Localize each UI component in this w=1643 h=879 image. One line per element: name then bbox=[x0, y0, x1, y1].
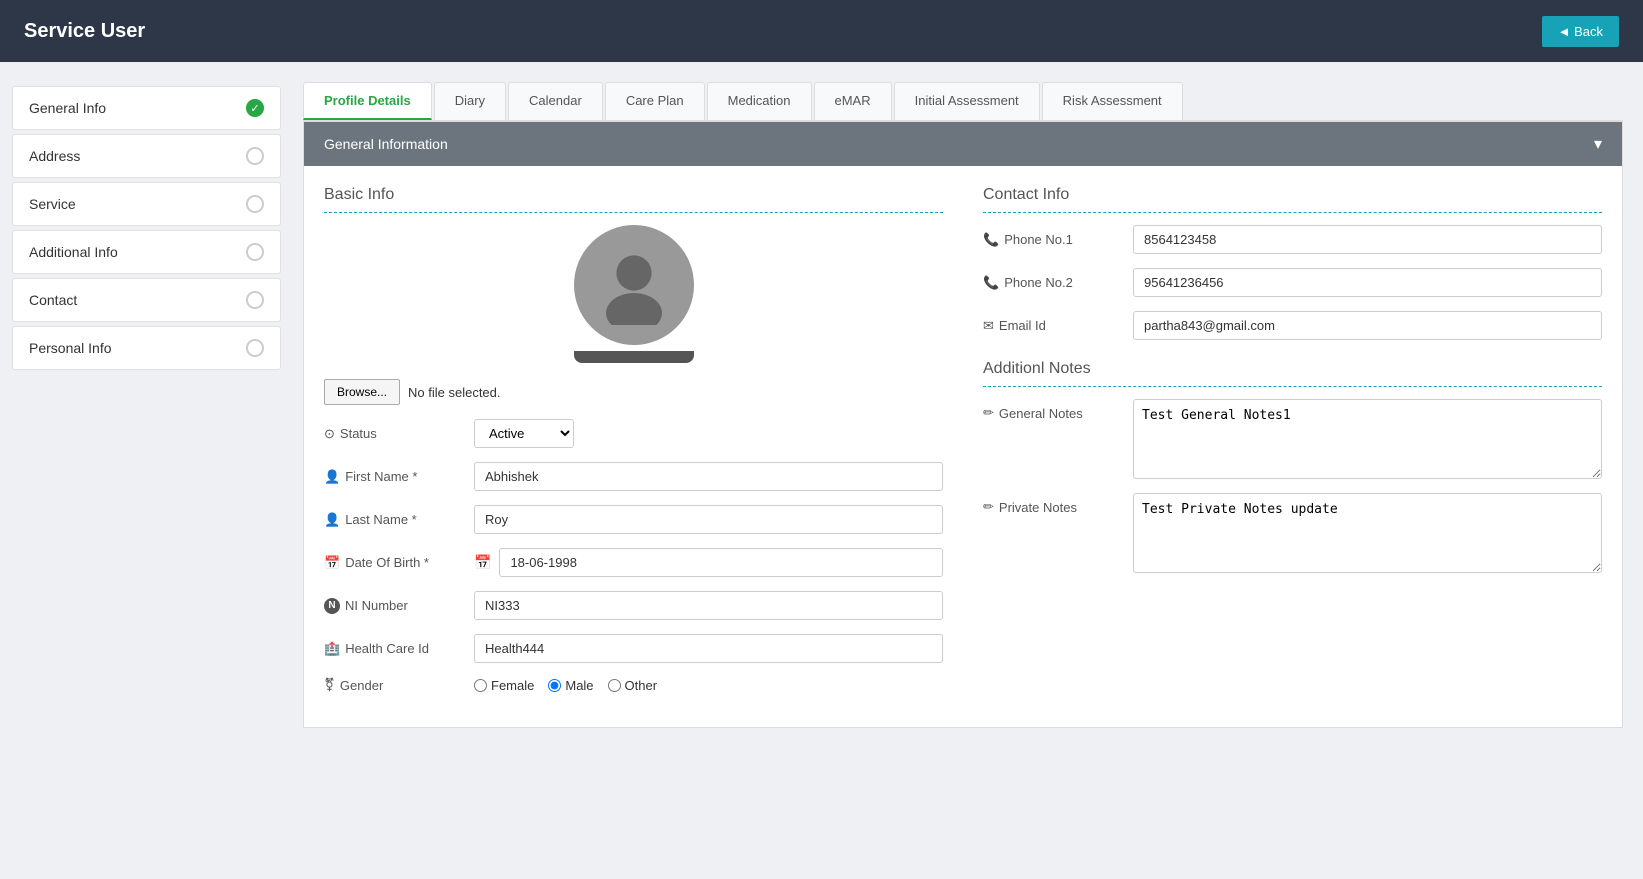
email-icon: ✉ bbox=[983, 318, 994, 334]
edit-icon: ✏ bbox=[983, 405, 994, 421]
dob-label: 📅 Date Of Birth * bbox=[324, 555, 464, 571]
lock-icon: ✏ bbox=[983, 499, 994, 515]
sidebar-radio-service bbox=[246, 195, 264, 213]
tab-initial-assessment[interactable]: Initial Assessment bbox=[894, 82, 1040, 120]
tab-medication[interactable]: Medication bbox=[707, 82, 812, 120]
avatar-base bbox=[574, 351, 694, 363]
sidebar-item-additional-info[interactable]: Additional Info bbox=[12, 230, 281, 274]
calendar-icon: 📅 bbox=[324, 555, 340, 571]
avatar bbox=[574, 225, 694, 345]
phone2-icon: 📞 bbox=[983, 275, 999, 291]
last-name-field[interactable] bbox=[474, 505, 943, 534]
ni-label: N NI Number bbox=[324, 598, 464, 614]
general-notes-textarea[interactable]: Test General Notes1 bbox=[1133, 399, 1602, 479]
first-name-field[interactable] bbox=[474, 462, 943, 491]
gender-row: ⚧ Gender Female Male bbox=[324, 677, 943, 693]
panel-header: General Information ▾ bbox=[304, 122, 1622, 166]
general-info-panel: General Information ▾ Basic Info bbox=[303, 121, 1623, 728]
content-area: Profile Details Diary Calendar Care Plan… bbox=[293, 62, 1643, 879]
sidebar-radio-general-info bbox=[246, 99, 264, 117]
avatar-silhouette-icon bbox=[594, 245, 674, 325]
phone2-field[interactable] bbox=[1133, 268, 1602, 297]
phone1-field[interactable] bbox=[1133, 225, 1602, 254]
page-title: Service User bbox=[24, 20, 145, 43]
email-field[interactable] bbox=[1133, 311, 1602, 340]
general-notes-label: ✏ General Notes bbox=[983, 399, 1123, 421]
person-icon-2: 👤 bbox=[324, 512, 340, 528]
tab-diary[interactable]: Diary bbox=[434, 82, 506, 120]
browse-button[interactable]: Browse... bbox=[324, 379, 400, 405]
phone2-label: 📞 Phone No.2 bbox=[983, 275, 1123, 291]
sidebar-item-address[interactable]: Address bbox=[12, 134, 281, 178]
status-select[interactable]: Active Inactive bbox=[474, 419, 574, 448]
back-button[interactable]: ◄ Back bbox=[1542, 16, 1619, 47]
gender-icon: ⚧ bbox=[324, 677, 335, 693]
gender-female-option[interactable]: Female bbox=[474, 678, 534, 693]
right-section: Contact Info 📞 Phone No.1 📞 Phone No.2 bbox=[983, 186, 1602, 707]
date-calendar-icon: 📅 bbox=[474, 554, 491, 571]
dob-field[interactable] bbox=[499, 548, 943, 577]
sidebar-radio-contact bbox=[246, 291, 264, 309]
phone2-row: 📞 Phone No.2 bbox=[983, 268, 1602, 297]
gender-other-option[interactable]: Other bbox=[608, 678, 658, 693]
gender-label: ⚧ Gender bbox=[324, 677, 464, 693]
ni-icon: N bbox=[324, 598, 340, 614]
additional-notes-title: Additionl Notes bbox=[983, 360, 1602, 387]
gender-male-radio[interactable] bbox=[548, 679, 561, 692]
sidebar-item-personal-info[interactable]: Personal Info bbox=[12, 326, 281, 370]
status-icon: ⊙ bbox=[324, 426, 335, 442]
sidebar-radio-additional-info bbox=[246, 243, 264, 261]
sidebar-item-general-info[interactable]: General Info bbox=[12, 86, 281, 130]
sidebar: General Info Address Service Additional … bbox=[0, 62, 293, 879]
phone1-label: 📞 Phone No.1 bbox=[983, 232, 1123, 248]
sidebar-item-service[interactable]: Service bbox=[12, 182, 281, 226]
image-section bbox=[324, 225, 943, 363]
health-care-label: 🏥 Health Care Id bbox=[324, 641, 464, 657]
gender-radio-group: Female Male Other bbox=[474, 678, 657, 693]
sidebar-radio-address bbox=[246, 147, 264, 165]
email-label: ✉ Email Id bbox=[983, 318, 1123, 334]
chevron-down-icon: ▾ bbox=[1594, 134, 1602, 154]
first-name-row: 👤 First Name * bbox=[324, 462, 943, 491]
tab-care-plan[interactable]: Care Plan bbox=[605, 82, 705, 120]
tab-profile-details[interactable]: Profile Details bbox=[303, 82, 432, 120]
app-header: Service User ◄ Back bbox=[0, 0, 1643, 62]
person-icon: 👤 bbox=[324, 469, 340, 485]
sidebar-radio-personal-info bbox=[246, 339, 264, 357]
private-notes-row: ✏ Private Notes Test Private Notes updat… bbox=[983, 493, 1602, 573]
contact-info-title: Contact Info bbox=[983, 186, 1602, 213]
health-care-row: 🏥 Health Care Id bbox=[324, 634, 943, 663]
gender-female-radio[interactable] bbox=[474, 679, 487, 692]
gender-other-radio[interactable] bbox=[608, 679, 621, 692]
last-name-row: 👤 Last Name * bbox=[324, 505, 943, 534]
email-row: ✉ Email Id bbox=[983, 311, 1602, 340]
tab-calendar[interactable]: Calendar bbox=[508, 82, 603, 120]
file-upload-row: Browse... No file selected. bbox=[324, 379, 943, 405]
panel-title: General Information bbox=[324, 136, 448, 152]
file-placeholder: No file selected. bbox=[408, 385, 501, 400]
tab-risk-assessment[interactable]: Risk Assessment bbox=[1042, 82, 1183, 120]
first-name-label: 👤 First Name * bbox=[324, 469, 464, 485]
health-care-field[interactable] bbox=[474, 634, 943, 663]
tab-emar[interactable]: eMAR bbox=[814, 82, 892, 120]
private-notes-label: ✏ Private Notes bbox=[983, 493, 1123, 515]
panel-body: Basic Info bbox=[304, 166, 1622, 727]
dob-row: 📅 Date Of Birth * 📅 bbox=[324, 548, 943, 577]
basic-info-section: Basic Info bbox=[324, 186, 943, 707]
private-notes-textarea[interactable]: Test Private Notes update bbox=[1133, 493, 1602, 573]
last-name-label: 👤 Last Name * bbox=[324, 512, 464, 528]
sidebar-item-contact[interactable]: Contact bbox=[12, 278, 281, 322]
tab-bar: Profile Details Diary Calendar Care Plan… bbox=[303, 82, 1623, 121]
status-row: ⊙ Status Active Inactive bbox=[324, 419, 943, 448]
basic-info-title: Basic Info bbox=[324, 186, 943, 213]
ni-row: N NI Number bbox=[324, 591, 943, 620]
phone-icon: 📞 bbox=[983, 232, 999, 248]
ni-field[interactable] bbox=[474, 591, 943, 620]
phone1-row: 📞 Phone No.1 bbox=[983, 225, 1602, 254]
health-icon: 🏥 bbox=[324, 641, 340, 657]
status-label: ⊙ Status bbox=[324, 426, 464, 442]
gender-male-option[interactable]: Male bbox=[548, 678, 593, 693]
general-notes-row: ✏ General Notes Test General Notes1 bbox=[983, 399, 1602, 479]
